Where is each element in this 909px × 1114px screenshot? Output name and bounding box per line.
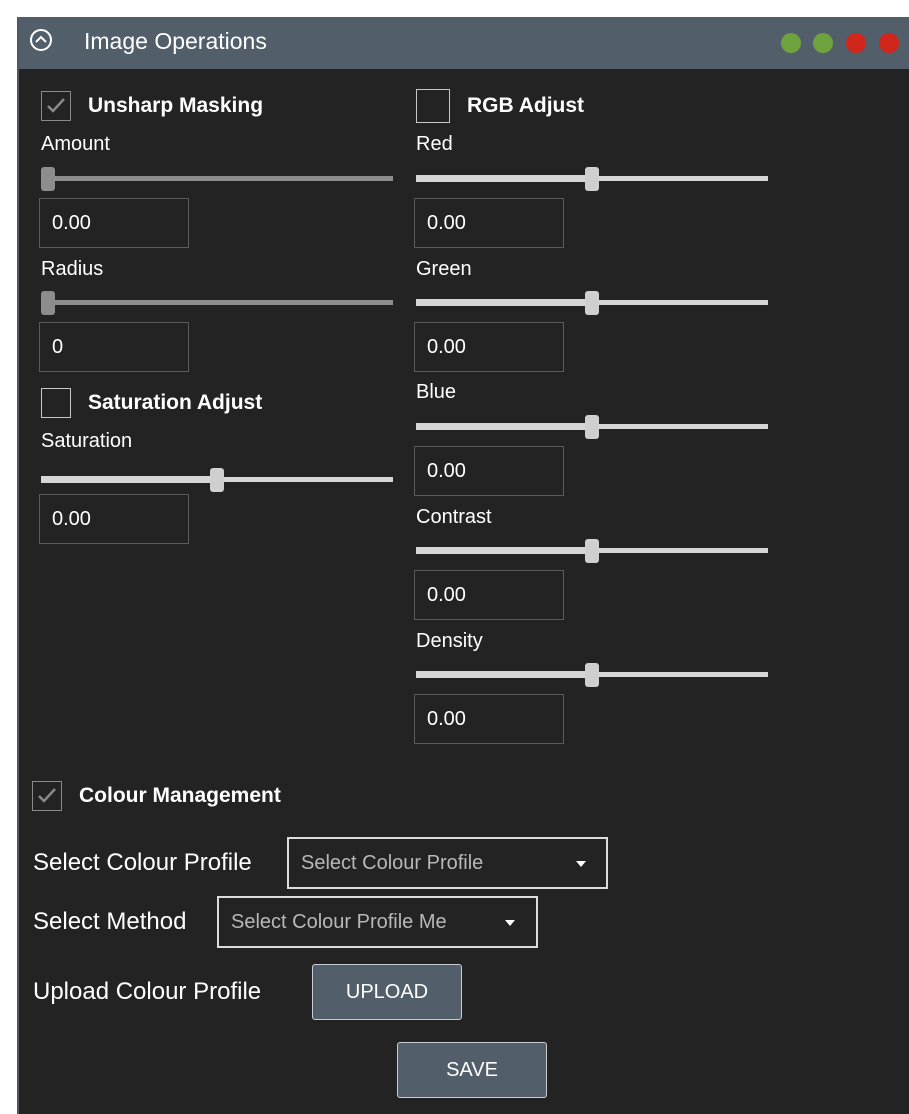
red-slider[interactable]	[416, 167, 768, 191]
blue-slider-thumb[interactable]	[585, 415, 599, 439]
colour-management-label: Colour Management	[79, 784, 281, 807]
density-slider[interactable]	[416, 663, 768, 687]
green-slider[interactable]	[416, 291, 768, 315]
colour-profile-select[interactable]: Select Colour Profile	[287, 837, 608, 889]
contrast-label: Contrast	[416, 506, 492, 528]
red-slider-thumb[interactable]	[585, 167, 599, 191]
unsharp-masking-toggle[interactable]: Unsharp Masking	[41, 89, 263, 123]
method-select[interactable]: Select Colour Profile Me	[217, 896, 538, 948]
density-input[interactable]: 0.00	[414, 694, 564, 744]
amount-slider[interactable]	[41, 167, 393, 191]
radius-input[interactable]: 0	[39, 322, 189, 372]
radius-label: Radius	[41, 258, 104, 280]
density-slider-thumb[interactable]	[585, 663, 599, 687]
status-dot-2	[813, 33, 833, 53]
blue-label: Blue	[416, 381, 457, 403]
red-input[interactable]: 0.00	[414, 198, 564, 248]
method-select-value: Select Colour Profile Me	[231, 911, 447, 933]
green-label: Green	[416, 258, 472, 280]
check-icon	[38, 788, 56, 803]
status-dot-3	[846, 33, 866, 53]
select-colour-profile-label: Select Colour Profile	[33, 849, 252, 876]
colour-profile-select-value: Select Colour Profile	[301, 852, 484, 874]
saturation-slider-thumb[interactable]	[210, 468, 224, 492]
caret-down-icon	[505, 920, 515, 926]
colour-management-toggle[interactable]: Colour Management	[32, 779, 281, 813]
saturation-slider[interactable]	[41, 468, 393, 492]
image-operations-panel: Image Operations Unsharp Masking Amount …	[17, 17, 909, 1114]
rgb-adjust-label: RGB Adjust	[467, 94, 585, 117]
density-label: Density	[416, 630, 483, 652]
rgb-adjust-checkbox[interactable]	[416, 89, 450, 123]
saturation-input[interactable]: 0.00	[39, 494, 189, 544]
saturation-adjust-toggle[interactable]: Saturation Adjust	[41, 386, 262, 420]
blue-slider[interactable]	[416, 415, 768, 439]
panel-header: Image Operations	[19, 17, 909, 69]
amount-input[interactable]: 0.00	[39, 198, 189, 248]
status-dot-1	[781, 33, 801, 53]
unsharp-masking-label: Unsharp Masking	[88, 94, 264, 117]
saturation-adjust-label: Saturation Adjust	[88, 391, 263, 414]
saturation-label: Saturation	[41, 430, 133, 452]
radius-slider[interactable]	[41, 291, 393, 315]
select-method-label: Select Method	[33, 908, 187, 935]
panel-title: Image Operations	[84, 28, 267, 54]
contrast-input[interactable]: 0.00	[414, 570, 564, 620]
caret-down-icon	[576, 861, 586, 867]
saturation-adjust-checkbox[interactable]	[41, 388, 71, 418]
check-icon	[47, 98, 65, 113]
green-input[interactable]: 0.00	[414, 322, 564, 372]
contrast-slider[interactable]	[416, 539, 768, 563]
colour-management-checkbox[interactable]	[32, 781, 62, 811]
amount-slider-thumb[interactable]	[41, 167, 55, 191]
chevron-up-circle-icon[interactable]	[30, 29, 52, 51]
green-slider-thumb[interactable]	[585, 291, 599, 315]
upload-button[interactable]: UPLOAD	[312, 964, 462, 1020]
rgb-adjust-toggle[interactable]: RGB Adjust	[416, 89, 584, 123]
upload-colour-profile-label: Upload Colour Profile	[33, 978, 262, 1005]
amount-label: Amount	[41, 133, 110, 155]
radius-slider-thumb[interactable]	[41, 291, 55, 315]
unsharp-masking-checkbox[interactable]	[41, 91, 71, 121]
contrast-slider-thumb[interactable]	[585, 539, 599, 563]
save-button[interactable]: SAVE	[397, 1042, 547, 1098]
red-label: Red	[416, 133, 453, 155]
blue-input[interactable]: 0.00	[414, 446, 564, 496]
status-dot-4	[879, 33, 899, 53]
